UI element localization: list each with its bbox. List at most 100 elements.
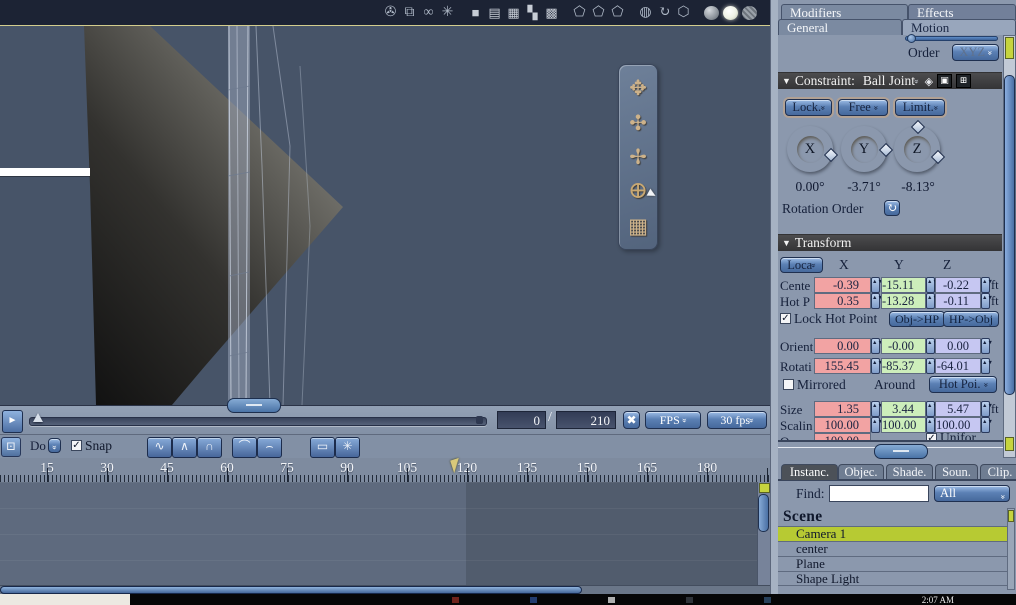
snap-checkbox[interactable]: ✓ <box>71 440 82 451</box>
stepper[interactable]: ▲▼ <box>871 338 883 354</box>
timeline-window-icon[interactable]: ⊡ <box>1 437 21 457</box>
orient-x-field[interactable]: 0.00 <box>814 338 871 354</box>
tab-modifiers[interactable]: Modifiers <box>781 4 908 20</box>
hot-point-y-field[interactable]: -13.28 <box>881 293 926 309</box>
stepper[interactable]: ▲▼ <box>981 358 993 374</box>
viewport-splitter-handle[interactable] <box>227 398 281 413</box>
key-filter-icon[interactable]: ✖ <box>623 411 640 429</box>
nav-turn-icon[interactable]: ✢ <box>629 146 647 168</box>
center-x-field[interactable]: -0.39 <box>814 277 871 293</box>
split-view-icon[interactable]: ⧉ <box>402 5 417 20</box>
layout-split-icon[interactable]: ▚ <box>525 5 540 20</box>
stepper[interactable]: ▲▼ <box>981 417 993 433</box>
rotate-y-field[interactable]: -85.37 <box>881 358 926 374</box>
orient-y-field[interactable]: -0.00 <box>881 338 926 354</box>
taskbar-app-icon[interactable] <box>764 597 771 603</box>
nav-sphere-icon[interactable]: ⊕ <box>628 179 648 203</box>
interp-smooth-button[interactable]: ∩ <box>197 437 222 458</box>
dial-handle[interactable] <box>930 149 946 165</box>
stepper[interactable]: ▲▼ <box>926 401 938 417</box>
panel-splitter-handle[interactable] <box>874 444 928 459</box>
interp-ease-in-button[interactable]: ⌒ <box>232 437 257 458</box>
hot-point-z-field[interactable]: -0.11 <box>935 293 981 309</box>
stepper[interactable]: ▲▼ <box>926 293 938 309</box>
constraint-type[interactable]: Ball Joint <box>863 73 915 89</box>
viewport[interactable]: ✥ ✣ ✢ ⊕ ▦ <box>0 26 770 405</box>
nav-move-icon[interactable]: ✥ <box>629 77 647 99</box>
stepper[interactable]: ▲▼ <box>981 338 993 354</box>
timeline-vscroll-thumb[interactable] <box>758 494 769 532</box>
cube-icon[interactable]: ◈ <box>925 75 933 88</box>
constraint-section-header[interactable]: ▼ Constraint: Ball Joint » ◈ ▣ ⊞ <box>778 72 1002 89</box>
shield-shaded-icon[interactable]: ⬠ <box>591 5 606 20</box>
layout-rows-icon[interactable]: ▤ <box>487 5 502 20</box>
layout-mixed-icon[interactable]: ▩ <box>544 5 559 20</box>
dial-handle[interactable] <box>878 142 894 158</box>
lock-hot-point-checkbox[interactable]: ✓ <box>780 313 791 324</box>
orient-z-field[interactable]: 0.00 <box>935 338 981 354</box>
rotate-mode-icon[interactable]: ↻ <box>657 5 672 20</box>
around-dropdown[interactable]: Hot Poi. » <box>929 376 997 393</box>
hp-to-obj-button[interactable]: HP->Obj <box>943 311 999 327</box>
layout-grid-icon[interactable]: ▦ <box>506 5 521 20</box>
tree-item-shape-light[interactable]: Shape Light <box>778 571 1007 586</box>
binoculars-icon[interactable]: ∞ <box>421 5 436 20</box>
stepper[interactable]: ▲▼ <box>926 417 938 433</box>
collapse-icon[interactable]: ▼ <box>782 76 791 86</box>
timeline-ruler[interactable]: 15 30 45 60 75 90 105 120 135 150 165 18… <box>0 458 770 483</box>
tree-scroll-thumb[interactable] <box>1008 510 1014 522</box>
tab-objects[interactable]: Objec. <box>838 464 884 480</box>
size-x-field[interactable]: 1.35 <box>814 401 871 417</box>
interp-ease-out-button[interactable]: ⌢ <box>257 437 282 458</box>
stepper[interactable]: ▲▼ <box>871 401 883 417</box>
tab-sounds[interactable]: Soun. <box>935 464 978 480</box>
rotation-order-button[interactable]: ↻ <box>884 200 900 216</box>
tab-clips[interactable]: Clip. <box>980 464 1016 480</box>
tab-shaders[interactable]: Shade. <box>886 464 933 480</box>
interp-linear-button[interactable]: ∧ <box>172 437 197 458</box>
taskbar-app-icon[interactable] <box>452 597 459 603</box>
order-dropdown[interactable]: XYZ » <box>952 44 999 61</box>
motion-slider-knob[interactable] <box>907 34 916 43</box>
lock-dropdown[interactable]: Lock.» <box>785 99 832 116</box>
fps-dropdown[interactable]: FPS » <box>645 411 701 429</box>
mirrored-checkbox[interactable] <box>783 379 794 390</box>
circle-up-icon[interactable]: ◍ <box>638 5 653 20</box>
stepper[interactable]: ▲▼ <box>981 401 993 417</box>
total-frames-field[interactable]: 210 <box>556 411 616 429</box>
frame-rate-dropdown[interactable]: 30 fps» <box>707 411 767 429</box>
size-z-field[interactable]: 5.47 <box>935 401 981 417</box>
taskbar-app-icon[interactable] <box>608 597 615 603</box>
center-y-field[interactable]: -15.11 <box>881 277 926 293</box>
space-dropdown[interactable]: Loca» <box>780 257 823 273</box>
tree-item-camera[interactable]: Camera 1 <box>778 526 1007 541</box>
tab-instances[interactable]: Instanc. <box>781 464 838 480</box>
tree-item-center[interactable]: center <box>778 541 1007 556</box>
timeline-hscroll-thumb[interactable] <box>0 586 582 594</box>
key-lamp-button[interactable]: ▭ <box>310 437 335 458</box>
render-lit-sphere-icon[interactable] <box>723 5 738 20</box>
limit-dropdown[interactable]: Limit.» <box>895 99 945 116</box>
collapse-icon[interactable]: ▼ <box>782 238 791 248</box>
stepper[interactable]: ▲▼ <box>871 277 883 293</box>
hot-point-x-field[interactable]: 0.35 <box>814 293 871 309</box>
key-burst-button[interactable]: ✳ <box>335 437 360 458</box>
taskbar-app-icon[interactable] <box>686 597 693 603</box>
microphone-icon[interactable]: ✇ <box>383 5 398 20</box>
stepper[interactable]: ▲▼ <box>871 417 883 433</box>
tree-item-plane[interactable]: Plane <box>778 556 1007 571</box>
stepper[interactable]: ▲▼ <box>871 293 883 309</box>
frame-slider-thumb[interactable] <box>33 413 43 422</box>
panel-divider[interactable] <box>770 0 778 594</box>
dial-handle[interactable] <box>823 147 839 163</box>
filter-dropdown[interactable]: All» <box>934 485 1010 502</box>
stepper[interactable]: ▲▼ <box>926 358 938 374</box>
tab-effects[interactable]: Effects <box>908 4 1016 20</box>
free-dropdown[interactable]: Free » <box>838 99 888 116</box>
find-input[interactable] <box>829 485 929 502</box>
render-flat-sphere-icon[interactable] <box>704 5 719 20</box>
z-rotation-dial[interactable]: Z <box>894 119 946 172</box>
scaling-x-field[interactable]: 100.00 <box>814 417 871 433</box>
obj-to-hp-button[interactable]: Obj->HP <box>889 311 945 327</box>
tab-general[interactable]: General <box>778 19 902 35</box>
